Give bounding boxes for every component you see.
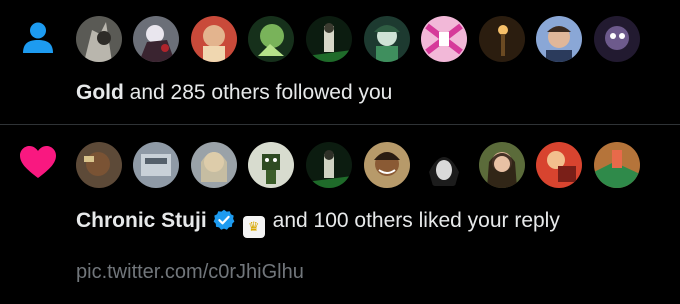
like-notification[interactable]: Chronic Stuji ♛ and 100 others liked your … [0, 125, 680, 304]
actor-name[interactable]: Chronic Stuji [76, 209, 207, 232]
avatar[interactable] [421, 142, 467, 188]
crown-icon[interactable]: ♛ [242, 216, 265, 238]
avatar[interactable] [479, 16, 525, 62]
avatar[interactable] [76, 142, 122, 188]
like-summary-text: Chronic Stuji ♛ and 100 others liked your … [76, 208, 560, 238]
avatar[interactable] [133, 16, 179, 62]
avatar[interactable] [364, 142, 410, 188]
actor-name[interactable]: Gold [76, 81, 124, 104]
avatar[interactable] [306, 16, 352, 62]
avatar[interactable] [306, 142, 352, 188]
follow-notification[interactable]: Gold and 285 others followed you [0, 0, 680, 124]
avatar[interactable] [421, 16, 467, 62]
avatar[interactable] [536, 142, 582, 188]
follow-summary-text: Gold and 285 others followed you [76, 80, 392, 106]
heart-icon [18, 143, 58, 183]
tweet-media-link[interactable]: pic.twitter.com/c0rJhiGlhu [76, 259, 304, 285]
avatar[interactable] [594, 142, 640, 188]
avatar[interactable] [191, 142, 237, 188]
follow-summary-rest: and 285 others followed you [123, 81, 393, 104]
avatar[interactable] [76, 16, 122, 62]
avatar[interactable] [479, 142, 525, 188]
avatar[interactable] [364, 16, 410, 62]
avatar[interactable] [248, 16, 294, 62]
verified-badge-icon [213, 209, 235, 238]
avatar[interactable] [133, 142, 179, 188]
avatar[interactable] [248, 142, 294, 188]
avatar[interactable] [594, 16, 640, 62]
person-icon [18, 20, 58, 60]
avatar[interactable] [536, 16, 582, 62]
avatar[interactable] [191, 16, 237, 62]
like-summary-rest: and 100 others liked your reply [272, 209, 560, 232]
